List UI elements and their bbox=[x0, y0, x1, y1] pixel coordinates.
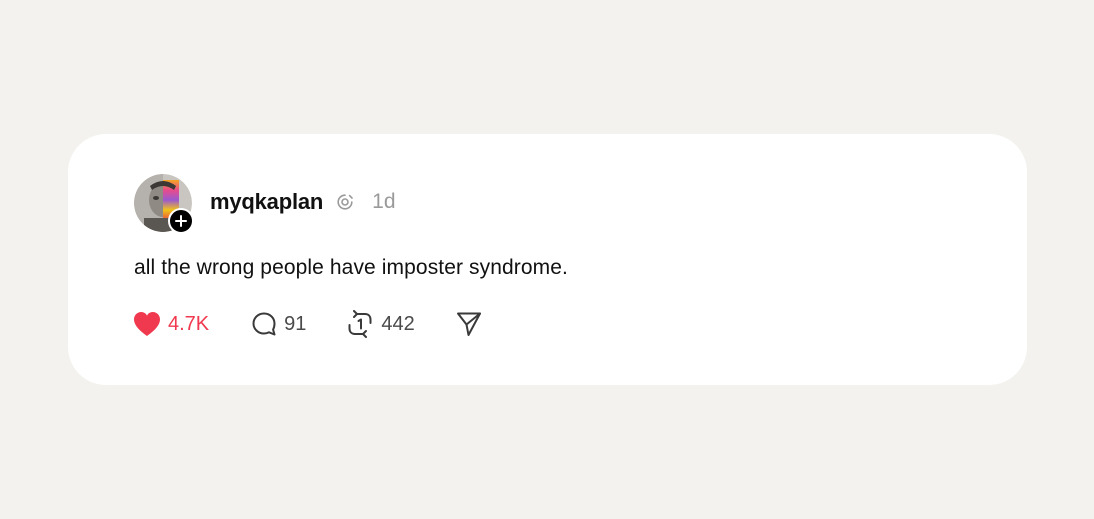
threads-verified-icon bbox=[335, 192, 355, 212]
post-card: myqkaplan 1d all the wrong people have i… bbox=[68, 134, 1027, 385]
plus-icon bbox=[175, 215, 187, 227]
follow-button[interactable] bbox=[168, 208, 194, 234]
heart-icon bbox=[134, 312, 160, 336]
repost-button[interactable]: 442 bbox=[346, 310, 415, 338]
post-meta: myqkaplan 1d bbox=[210, 189, 396, 215]
like-count: 4.7K bbox=[168, 312, 210, 335]
reply-button[interactable]: 91 bbox=[251, 311, 306, 337]
repost-count: 442 bbox=[381, 312, 415, 335]
post-text: all the wrong people have imposter syndr… bbox=[134, 256, 568, 279]
share-button[interactable] bbox=[455, 310, 483, 338]
repost-arrows-icon bbox=[348, 310, 372, 338]
post-timestamp: 1d bbox=[372, 190, 396, 213]
post-header: myqkaplan 1d bbox=[134, 174, 396, 234]
like-button[interactable]: 4.7K bbox=[132, 310, 209, 338]
comment-bubble-icon bbox=[252, 312, 276, 336]
username[interactable]: myqkaplan bbox=[210, 189, 323, 215]
send-paper-plane-icon bbox=[456, 312, 481, 336]
avatar-container[interactable] bbox=[134, 174, 194, 234]
reply-count: 91 bbox=[284, 312, 307, 335]
post-actions: 4.7K 91 442 bbox=[132, 308, 483, 340]
